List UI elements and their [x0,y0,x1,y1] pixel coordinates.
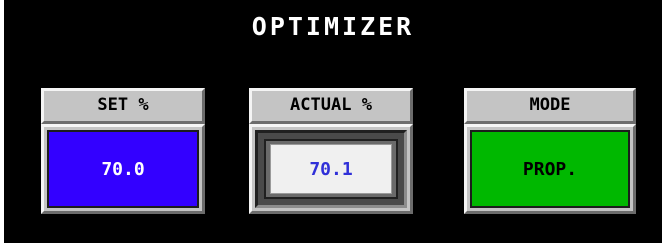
mode-label: MODE [464,88,636,124]
mode-value[interactable]: PROP. [470,130,630,208]
optimizer-panel: OPTIMIZER SET % 70.0 ACTUAL % 70.1 MODE … [4,0,662,243]
actual-percent-widget: ACTUAL % 70.1 [249,88,413,242]
set-percent-frame: 70.0 [41,124,205,214]
panel-title: OPTIMIZER [251,12,415,41]
actual-percent-value: 70.1 [270,144,392,194]
actual-percent-label: ACTUAL % [249,88,413,124]
set-percent-widget: SET % 70.0 [41,88,205,242]
mode-widget: MODE PROP. [464,88,636,242]
actual-percent-frame: 70.1 [249,124,413,214]
mode-frame: PROP. [464,124,636,214]
set-percent-label: SET % [41,88,205,124]
set-percent-value[interactable]: 70.0 [47,130,199,208]
